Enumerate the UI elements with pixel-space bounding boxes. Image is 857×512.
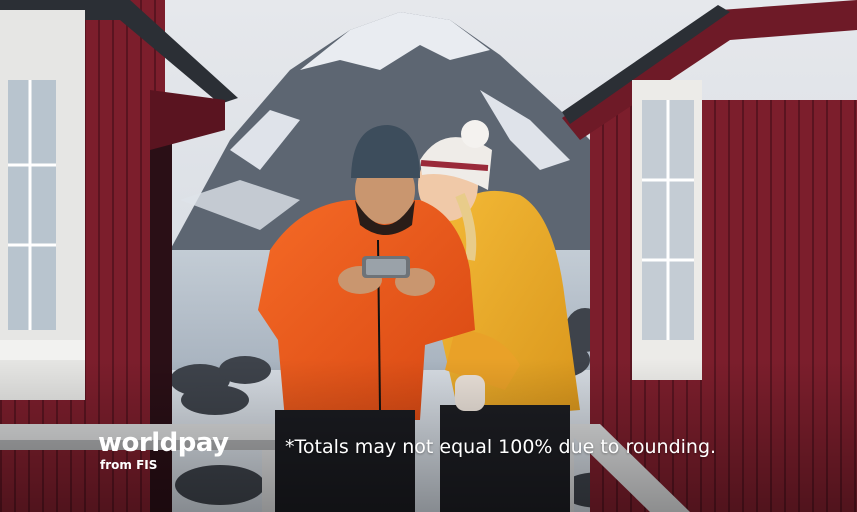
logo-wordmark: worldpay xyxy=(98,428,229,458)
rounding-footnote: *Totals may not equal 100% due to roundi… xyxy=(285,436,717,458)
logo-subtitle: from FIS xyxy=(100,458,158,472)
worldpay-logo: worldpay from FIS xyxy=(98,428,229,472)
